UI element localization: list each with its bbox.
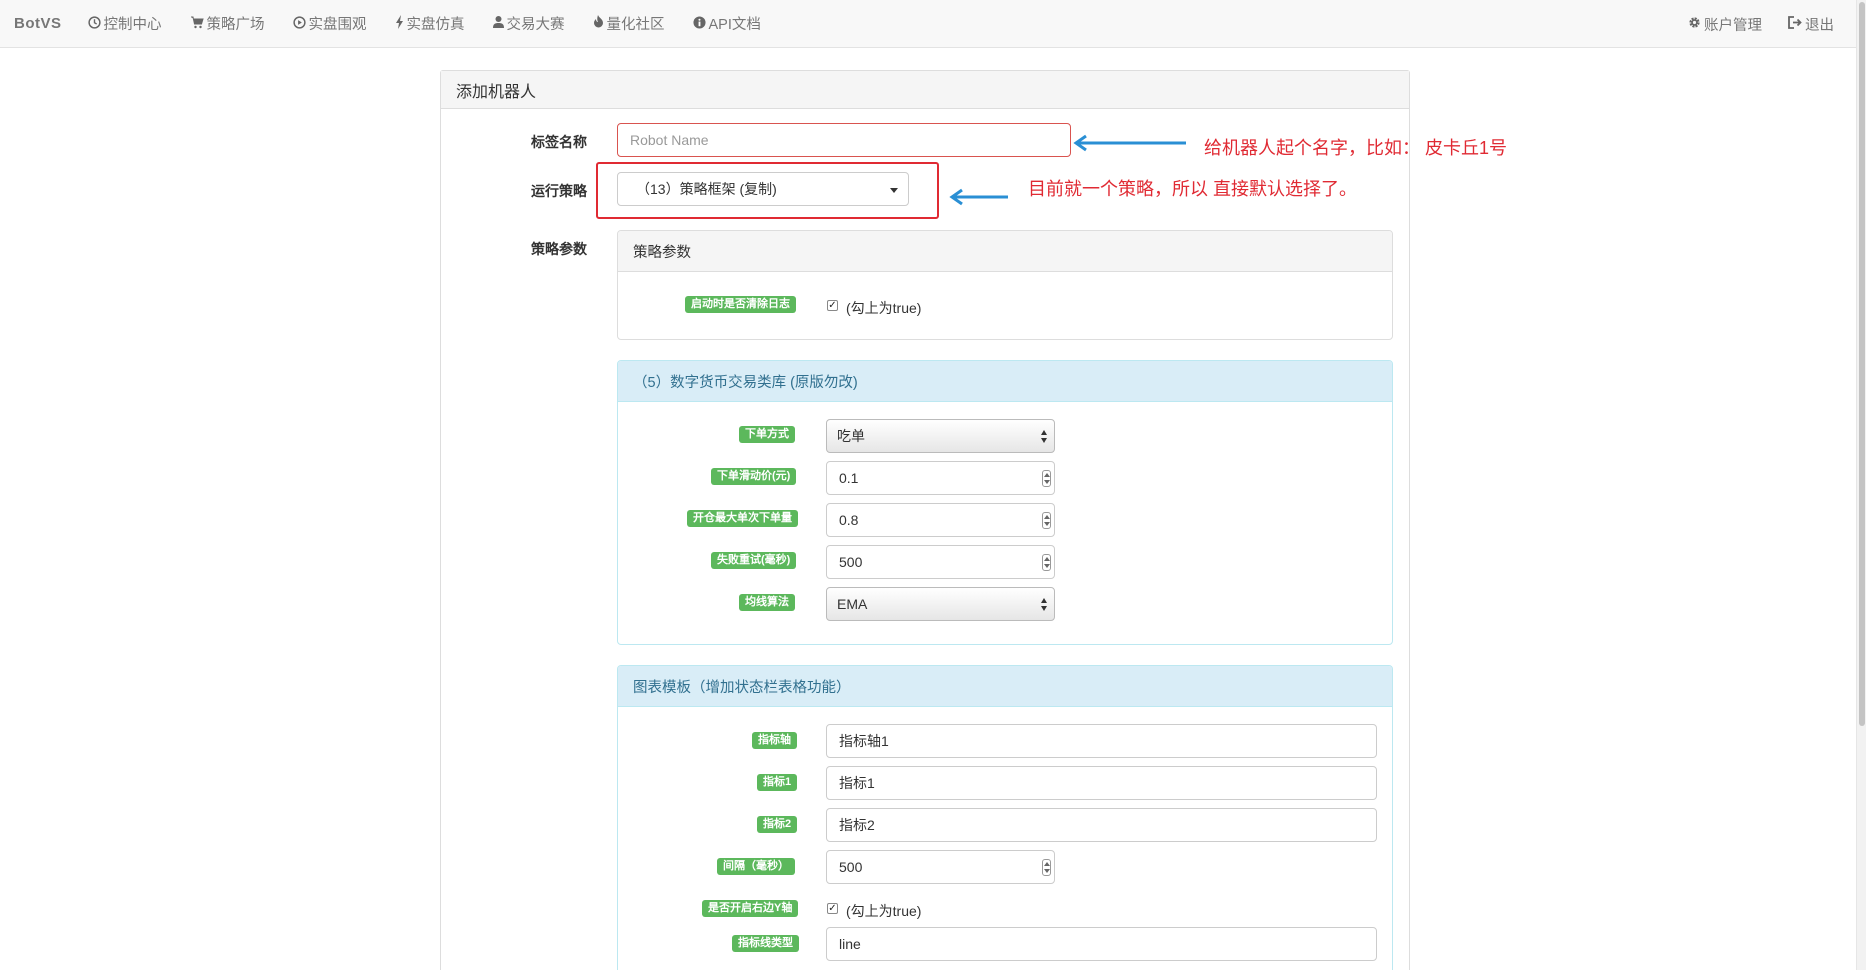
- nav-api-docs[interactable]: API文档: [692, 13, 761, 34]
- clock-icon: [87, 15, 101, 32]
- name-hint-annotation: 给机器人起个名字，比如： 皮卡丘1号: [1204, 138, 1508, 158]
- ma-algo-value: EMA: [837, 596, 868, 612]
- arrow-left-icon: [1073, 134, 1186, 152]
- play-circle-icon: [292, 15, 306, 32]
- max-order-input[interactable]: 0.8: [826, 503, 1055, 537]
- spinner-icon[interactable]: [1042, 512, 1051, 529]
- robot-name-label: 标签名称: [531, 134, 587, 150]
- right-y-axis-text: (勾上为true): [846, 903, 922, 919]
- library-heading: （5）数字货币交易类库 (原版勿改): [618, 361, 1392, 402]
- nav-label: 量化社区: [606, 17, 665, 33]
- clear-log-badge: 启动时是否清除日志: [685, 296, 796, 313]
- max-order-value: 0.8: [839, 512, 859, 528]
- caret-down-icon: [890, 188, 898, 193]
- retry-value: 500: [839, 554, 863, 570]
- spinner-icon[interactable]: [1042, 859, 1051, 876]
- cart-icon: [190, 16, 204, 32]
- strategy-label: 运行策略: [531, 183, 587, 199]
- nav-label: 账户管理: [1704, 17, 1762, 34]
- interval-badge: 间隔（毫秒）: [717, 858, 795, 875]
- gear-icon: [1688, 16, 1701, 32]
- ma-algo-select[interactable]: EMA: [826, 587, 1055, 621]
- strategy-params-panel: 策略参数: [617, 230, 1393, 340]
- max-order-badge: 开仓最大单次下单量: [687, 510, 798, 527]
- updown-icon: [1041, 430, 1049, 444]
- line-type-badge: 指标线类型: [732, 935, 799, 952]
- interval-input[interactable]: 500: [826, 850, 1055, 884]
- panel-title: 添加机器人: [441, 71, 1409, 109]
- clear-log-checkbox[interactable]: ✓: [827, 300, 838, 311]
- indicator1-badge: 指标1: [757, 774, 798, 791]
- ma-algo-badge: 均线算法: [739, 594, 795, 611]
- axis-badge: 指标轴: [752, 732, 797, 749]
- nav-label: 控制中心: [103, 17, 162, 33]
- nav-label: 退出: [1805, 17, 1834, 34]
- order-type-select[interactable]: 吃单: [826, 419, 1055, 453]
- spinner-icon[interactable]: [1042, 470, 1051, 487]
- axis-input[interactable]: 指标轴1: [826, 724, 1377, 758]
- line-type-value: line: [839, 936, 861, 952]
- bolt-icon: [395, 15, 404, 32]
- order-type-value: 吃单: [837, 428, 865, 444]
- params-label: 策略参数: [531, 241, 587, 257]
- page-scrollbar[interactable]: [1856, 0, 1866, 970]
- strategy-select[interactable]: （13）策略框架 (复制): [617, 172, 909, 206]
- axis-value: 指标轴1: [839, 733, 889, 749]
- nav-control-center[interactable]: 控制中心: [87, 13, 162, 34]
- retry-input[interactable]: 500: [826, 545, 1055, 579]
- nav-community[interactable]: 量化社区: [593, 13, 665, 34]
- nav-right: 账户管理 退出: [1662, 0, 1834, 48]
- nav-label: 交易大赛: [506, 17, 565, 33]
- nav-strategy-square[interactable]: 策略广场: [190, 13, 265, 34]
- nav-live-watch[interactable]: 实盘围观: [292, 13, 367, 34]
- right-y-axis-badge: 是否开启右边Y轴: [702, 900, 799, 917]
- nav-competition[interactable]: 交易大赛: [492, 13, 565, 34]
- right-y-axis-checkbox[interactable]: ✓: [827, 903, 838, 914]
- nav-simulation[interactable]: 实盘仿真: [395, 13, 465, 34]
- slippage-badge: 下单滑动价(元): [711, 468, 797, 485]
- line-type-input[interactable]: line: [826, 927, 1377, 961]
- logout-icon: [1788, 16, 1802, 32]
- updown-icon: [1041, 598, 1049, 612]
- slippage-input[interactable]: 0.1: [826, 461, 1055, 495]
- order-type-badge: 下单方式: [739, 426, 795, 443]
- nav-label: 实盘仿真: [406, 17, 465, 33]
- strategy-hint-annotation: 目前就一个策略，所以 直接默认选择了。: [1028, 179, 1357, 199]
- nav-logout[interactable]: 退出: [1788, 14, 1834, 35]
- clear-log-text: (勾上为true): [846, 300, 922, 316]
- nav-label: 实盘围观: [308, 17, 367, 33]
- fire-icon: [593, 15, 604, 32]
- brand-logo[interactable]: BotVS: [14, 15, 62, 32]
- indicator1-value: 指标1: [839, 775, 875, 791]
- top-navbar: BotVS 控制中心 策略广场 实盘围观 实盘仿真 交易大赛 量化社区 API文…: [0, 0, 1856, 48]
- scrollbar-thumb[interactable]: [1859, 2, 1865, 726]
- strategy-params-heading: 策略参数: [618, 231, 1392, 272]
- indicator2-badge: 指标2: [757, 816, 798, 833]
- indicator2-value: 指标2: [839, 817, 875, 833]
- nav-label: API文档: [708, 17, 761, 33]
- retry-badge: 失败重试(毫秒): [711, 552, 797, 569]
- nav-label: 策略广场: [206, 17, 265, 33]
- indicator2-input[interactable]: 指标2: [826, 808, 1377, 842]
- spinner-icon[interactable]: [1042, 554, 1051, 571]
- indicator1-input[interactable]: 指标1: [826, 766, 1377, 800]
- robot-name-input[interactable]: Robot Name: [617, 123, 1071, 157]
- arrow-left-icon: [949, 188, 1008, 206]
- info-icon: [692, 15, 706, 32]
- chart-template-heading: 图表模板（增加状态栏表格功能）: [618, 666, 1392, 707]
- strategy-select-value: （13）策略框架 (复制): [636, 181, 777, 197]
- user-icon: [492, 15, 504, 32]
- nav-account[interactable]: 账户管理: [1688, 14, 1762, 35]
- interval-value: 500: [839, 859, 863, 875]
- slippage-value: 0.1: [839, 470, 859, 486]
